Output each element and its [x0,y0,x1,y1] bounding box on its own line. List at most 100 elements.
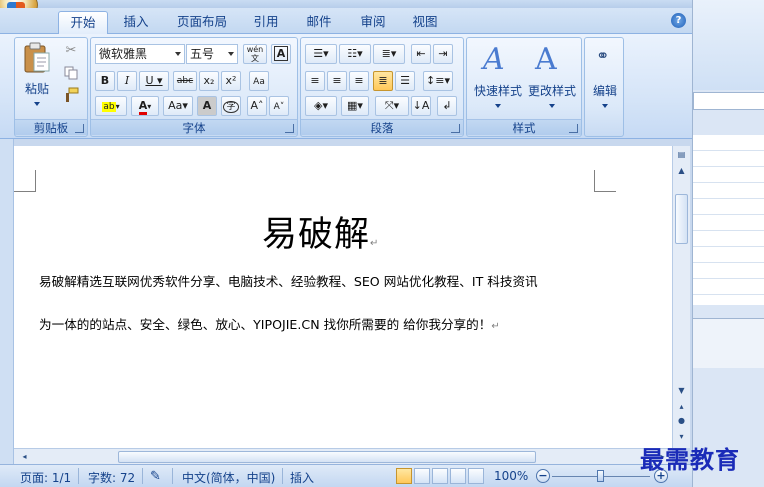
word-count[interactable]: 字数: 72 [88,469,135,486]
character-border-button[interactable]: A [271,44,291,64]
superscript-button[interactable]: x² [221,71,241,91]
status-divider [172,468,173,484]
change-case-button[interactable]: Aa▾ [163,96,193,116]
font-name-combo[interactable]: 微软雅黑 [95,44,185,64]
tab-references[interactable]: 引用 [248,11,284,34]
print-layout-view-icon[interactable] [396,468,412,484]
proofing-icon[interactable]: ✎ [150,469,161,484]
paste-button[interactable]: 粘贴 [19,42,55,114]
increase-indent-button[interactable]: ⇥ [433,44,453,64]
background-window-header [693,0,764,90]
enclose-characters-button[interactable]: 字 [221,96,241,116]
zoom-slider-thumb[interactable] [597,470,604,482]
cut-button[interactable]: ✂ [61,42,81,62]
paste-dropdown-icon [34,102,40,106]
sort-icon: ↓A [412,99,430,112]
document-title[interactable]: 易破解↵ [262,206,379,257]
subscript-button[interactable]: x₂ [199,71,219,91]
bullet-list-icon: ☰▾ [313,47,329,60]
language-indicator[interactable]: 中文(简体，中国) [182,469,275,486]
editing-label: 编辑 [592,84,617,98]
copy-button[interactable] [61,64,81,84]
quick-styles-button[interactable]: A 快速样式 [471,42,525,114]
scroll-down-icon[interactable]: ▼ [673,384,690,398]
document-paragraph-2[interactable]: 为一体的的站点、安全、绿色、放心、YIPOJIE.CN 找你所需要的 给你我分享… [39,314,500,333]
zoom-out-icon[interactable]: − [536,469,550,483]
strikethrough-button[interactable]: abc [173,71,197,91]
vertical-scroll-thumb[interactable] [675,194,688,244]
font-size-combo[interactable]: 五号 [186,44,238,64]
align-center-button[interactable]: ≡ [327,71,347,91]
align-left-button[interactable]: ≡ [305,71,325,91]
underline-button[interactable]: U ▾ [139,71,169,91]
chinese-layout-button[interactable]: ⤧▾ [375,96,409,116]
help-icon[interactable]: ? [671,13,686,28]
italic-button[interactable]: I [117,71,137,91]
decrease-indent-icon: ⇤ [416,47,426,60]
font-color-button[interactable]: A▾ [131,96,159,116]
styles-launcher-icon[interactable] [569,124,578,133]
insert-mode[interactable]: 插入 [290,469,314,486]
bullets-button[interactable]: ☰▾ [305,44,337,64]
paragraph-2-text: 为一体的的站点、安全、绿色、放心、YIPOJIE.CN 找你所需要的 给你我分享… [39,317,492,332]
chevron-down-icon [225,45,237,63]
paragraph-1-text: 易破解精选互联网优秀软件分享、电脑技术、经验教程、SEO 网站优化教程、IT 科… [39,274,538,289]
tab-insert[interactable]: 插入 [118,11,154,34]
shading-button[interactable]: ◈▾ [305,96,337,116]
clear-formatting-button[interactable]: Aa [249,71,269,91]
grow-font-button[interactable]: A˄ [247,96,267,116]
font-launcher-icon[interactable] [285,124,294,133]
tab-page-layout[interactable]: 页面布局 [172,11,232,34]
show-paragraph-marks-button[interactable]: ↲ [437,96,457,116]
scroll-up-icon[interactable]: ▲ [673,164,690,178]
web-layout-icon[interactable] [432,468,448,484]
shrink-font-button[interactable]: A˅ [269,96,289,116]
tab-home[interactable]: 开始 [58,11,108,34]
status-divider [282,468,283,484]
tab-review[interactable]: 审阅 [355,11,391,34]
scroll-left-icon[interactable]: ◂ [16,450,33,464]
page-count[interactable]: 页面: 1/1 [20,469,71,486]
zoom-level[interactable]: 100% [494,469,528,483]
numbering-button[interactable]: ☷▾ [339,44,371,64]
subscript-icon: x₂ [203,74,215,87]
character-shading-button[interactable]: A [197,96,217,116]
align-right-icon: ≡ [354,74,364,87]
multilevel-list-button[interactable]: ≣▾ [373,44,405,64]
align-right-button[interactable]: ≡ [349,71,369,91]
vertical-scrollbar[interactable]: ▤ ▲ ▼ ▴ ● ▾ [672,146,690,448]
bold-button[interactable]: B [95,71,115,91]
justify-icon: ≣ [378,74,388,87]
browse-object-icon[interactable]: ● [673,414,690,428]
full-screen-reading-icon[interactable] [414,468,430,484]
quick-styles-icon: A [483,42,505,77]
borders-button[interactable]: ▦▾ [341,96,369,116]
line-spacing-button[interactable]: ↕≡▾ [423,71,453,91]
decrease-indent-button[interactable]: ⇤ [411,44,431,64]
document-page[interactable] [14,146,672,448]
ruler-toggle-icon[interactable]: ▤ [673,148,690,162]
format-painter-icon [66,87,79,102]
text-highlight-button[interactable]: ab▾ [95,96,127,116]
paragraph-mark-icon: ↵ [370,238,380,249]
character-shading-icon: A [202,99,212,112]
change-styles-button[interactable]: A 更改样式 [525,42,579,114]
tab-mailings[interactable]: 邮件 [301,11,337,34]
phonetic-guide-button[interactable]: wén 文 [243,44,267,64]
clipboard-launcher-icon[interactable] [75,124,84,133]
highlighter-icon: ab [102,102,116,112]
paragraph-launcher-icon[interactable] [451,124,460,133]
horizontal-scrollbar[interactable]: ◂ ▸ [14,448,672,464]
document-paragraph-1[interactable]: 易破解精选互联网优秀软件分享、电脑技术、经验教程、SEO 网站优化教程、IT 科… [39,271,538,290]
sort-button[interactable]: ↓A [411,96,431,116]
format-painter-button[interactable] [61,86,81,106]
enclose-characters-icon: 字 [223,101,239,113]
editing-button[interactable]: ⚭ 编辑 [587,42,623,114]
distributed-button[interactable]: ☰ [395,71,415,91]
outline-view-icon[interactable] [450,468,466,484]
previous-page-icon[interactable]: ▴ [673,400,690,414]
horizontal-scroll-thumb[interactable] [118,451,536,463]
justify-button[interactable]: ≣ [373,71,393,91]
tab-view[interactable]: 视图 [407,11,443,34]
draft-view-icon[interactable] [468,468,484,484]
